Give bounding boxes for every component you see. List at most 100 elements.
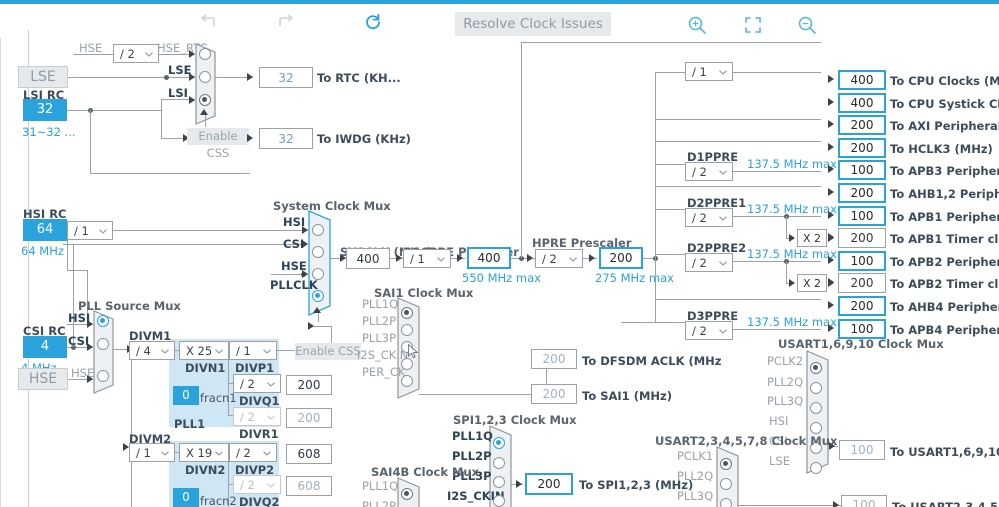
zoom-fit-icon[interactable] [742,14,764,36]
divq2-select[interactable]: / 2 [233,475,281,494]
spi-input-pll2p: PLL2P [452,449,492,463]
usart1-mux-option-pll3q[interactable] [810,402,822,414]
usart1-mux-title: USART1,6,9,10 Clock Mux [778,337,944,351]
divp1-label: DIVP1 [235,361,275,375]
spi-mux-option-pll2p[interactable] [493,457,505,469]
hse-rtc-divider-select[interactable]: / 2 [113,44,159,63]
pll-source-mux-option-hsi[interactable] [97,315,109,327]
output-value[interactable]: 200 [838,228,886,248]
iwdg-output-value[interactable]: 32 [259,128,313,149]
enable-css-hse-button[interactable]: Enable CSS [295,343,361,360]
sai1-mux-option-pll1q[interactable] [401,307,413,319]
sai1-output-value[interactable]: 200 [531,384,577,404]
diagram-canvas[interactable]: HSE / 2 HSE_RTC LSE LSE LSI RC 32 31~32 … [0,30,999,507]
fracn1-value[interactable]: 0 [173,386,199,405]
divp1-select[interactable]: / 1 [229,341,277,360]
sai1-mux-option-pll2p[interactable] [401,324,413,336]
resolve-clock-issues-button[interactable]: Resolve Clock Issues [455,12,611,36]
hse-source-box[interactable]: HSE [18,368,68,390]
sysclk-value[interactable]: 400 [346,248,390,269]
system-clock-mux-option-pllclk[interactable] [312,290,324,302]
lsi-rc-value[interactable]: 32 [23,99,67,121]
divq2-label: DIVQ2 [239,495,280,507]
usart1-mux-option-lse[interactable] [810,462,822,474]
divp2-value[interactable]: 608 [286,444,332,464]
d1cpre-select[interactable]: / 1 [403,249,451,268]
zoom-in-icon[interactable] [686,14,708,36]
output-value[interactable]: 200 [838,296,886,316]
system-clock-mux-option-hsi[interactable] [312,224,324,236]
usart1-mux-option-pclk2[interactable] [810,362,822,374]
apb2-timer-mult[interactable]: X 2 [797,274,827,292]
system-clock-mux-option-csi[interactable] [312,246,324,258]
sai1-mux-option-i2sckin[interactable] [401,358,413,370]
divr1-value[interactable]: 200 [286,408,332,428]
rtc-output-value[interactable]: 32 [259,67,313,88]
hsi-rc-value[interactable]: 64 [23,219,67,241]
usart2-mux-option-pll3q[interactable] [720,498,732,507]
refresh-icon[interactable] [360,13,386,35]
output-value[interactable]: 100 [838,251,886,271]
divq2-value[interactable]: 608 [286,476,332,496]
output-value[interactable]: 100 [838,160,886,180]
usart1-mux-option-hsi[interactable] [810,422,822,434]
pll-source-mux-option-hse[interactable] [97,370,109,382]
usart1-input-hsi: HSI [769,414,789,428]
usart2-output-value[interactable]: 100 [841,495,887,507]
divm2-select[interactable]: / 1 [129,443,175,462]
output-value[interactable]: 200 [838,138,886,158]
output-value[interactable]: 400 [838,93,886,113]
spi-mux-option-pll1q[interactable] [493,437,505,449]
spi-mux-option-i2sckin[interactable] [493,495,505,507]
divp2-select[interactable]: / 2 [229,443,277,462]
d2ppre1-select[interactable]: / 2 [685,208,733,227]
spi-output-value[interactable]: 200 [525,473,573,495]
d1cpre-output-value[interactable]: 400 [467,247,511,269]
usart2-clock-mux[interactable] [716,446,746,507]
output-value[interactable]: 100 [838,206,886,226]
sai4b-mux-option-pll1q[interactable] [401,488,413,500]
output-value[interactable]: 200 [838,115,886,135]
dfsdm-aclk-value[interactable]: 200 [531,349,577,369]
zoom-out-icon[interactable] [796,14,818,36]
rtc-mux-option-lse[interactable] [199,71,211,83]
undo-icon[interactable] [196,13,222,35]
hpre-select[interactable]: / 2 [535,249,583,268]
rtc-mux-option-lsi[interactable] [199,94,211,106]
rtc-mux-option-hse[interactable] [199,48,211,60]
redo-icon[interactable] [272,13,298,35]
csi-rc-value[interactable]: 4 [23,336,67,358]
output-value[interactable]: 200 [838,183,886,203]
fracn2-value[interactable]: 0 [173,488,199,507]
divr1-select[interactable]: / 2 [233,407,281,426]
hsi-signal-label: HSI [68,311,91,325]
output-value[interactable]: 200 [838,273,886,293]
usart1-mux-option-pll2q[interactable] [810,382,822,394]
lse-source-box[interactable]: LSE [18,66,68,88]
divn2-select[interactable]: X 19 [179,443,229,462]
d2ppre1-max-label: 137.5 MHz max [747,202,837,216]
output-value[interactable]: 400 [838,70,886,90]
divn1-select[interactable]: X 25 [179,341,229,360]
output-value[interactable]: 100 [838,319,886,339]
divm1-select[interactable]: / 4 [129,341,175,360]
enable-css-lse-button[interactable]: Enable CSS [187,128,249,160]
usart2-mux-option-pll2q[interactable] [720,478,732,490]
usart1-output-value[interactable]: 100 [839,440,885,460]
hpre-output-value[interactable]: 200 [599,247,643,269]
sai1-mux-option-perck[interactable] [401,375,413,387]
apb1-timer-mult[interactable]: X 2 [797,229,827,247]
system-clock-mux-option-hse[interactable] [312,268,324,280]
pll-source-mux-option-csi[interactable] [97,338,109,350]
d2ppre2-select[interactable]: / 2 [685,253,733,272]
d1ppre-select[interactable]: / 2 [685,162,733,181]
divq1-value[interactable]: 200 [286,375,332,395]
systick-divider-select[interactable]: / 1 [685,62,733,81]
hsi-divider-select[interactable]: / 1 [67,221,113,240]
d3ppre-select[interactable]: / 2 [685,321,733,340]
d2ppre2-max-label: 137.5 MHz max [747,247,837,261]
spi-mux-option-pll3p[interactable] [493,476,505,488]
usart2-mux-option-pclk1[interactable] [720,458,732,470]
divq1-select[interactable]: / 2 [233,374,281,393]
sai4b-input-pll2p: PLL2P [362,499,397,507]
